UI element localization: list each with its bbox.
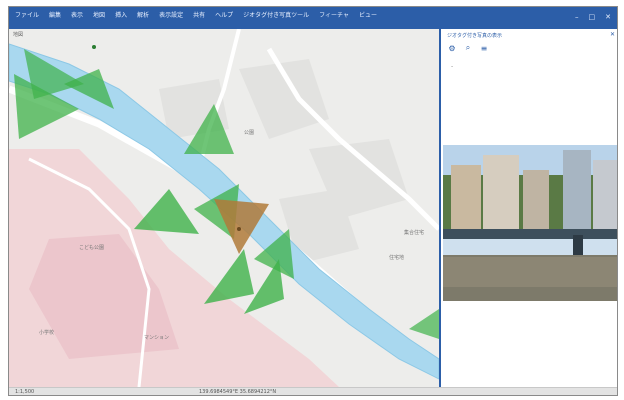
settings-icon[interactable]: ⚙: [447, 43, 457, 53]
menu-item[interactable]: 解析: [137, 11, 149, 21]
menu-item[interactable]: 編集: [49, 11, 61, 21]
menu-item[interactable]: 共有: [193, 11, 205, 21]
map-label-apartment: マンション: [144, 335, 170, 341]
menu-item[interactable]: ヘルプ: [215, 11, 233, 21]
map-canvas[interactable]: [9, 29, 439, 387]
map-tab-label[interactable]: 地図: [13, 31, 23, 38]
scale-display[interactable]: 1:1,500: [15, 388, 34, 395]
panel-title: ジオタグ付き写真の表示: [447, 33, 503, 39]
window-controls: – □ ✕: [575, 12, 611, 22]
menu-item[interactable]: ファイル: [15, 11, 39, 21]
map-view[interactable]: 地図 公園 こども公園 小学校 集合住宅 マンション 住宅地: [9, 29, 439, 387]
status-bar: 1:1,500 139.6984549°E 35.6894212°N: [9, 387, 617, 395]
coordinates-display: 139.6984549°E 35.6894212°N: [199, 389, 277, 395]
app-window: ファイル 編集 表示 地図 挿入 解析 表示設定 共有 ヘルプ ジオタグ付き写真ツール フィーチャビ…: [8, 6, 618, 396]
menu-item[interactable]: 表示設定: [159, 11, 183, 21]
photo-point: [237, 227, 241, 231]
river-bridge-photo: [443, 145, 617, 301]
menu-item[interactable]: 挿入: [115, 11, 127, 21]
maximize-button[interactable]: □: [589, 12, 596, 22]
photo-marker: [134, 189, 199, 234]
list-icon[interactable]: ≡: [479, 43, 489, 53]
minimize-button[interactable]: –: [575, 12, 579, 22]
map-label-kids-park: こども公園: [79, 245, 105, 251]
photo-point: [92, 45, 96, 49]
menu-item[interactable]: ジオタグ付き写真ツール: [243, 11, 309, 21]
panel-close-button[interactable]: ✕: [610, 31, 615, 38]
photo-viewer-panel: ジオタグ付き写真の表示 ✕ ⚙ ⌕ ≡ -: [439, 29, 617, 387]
zoom-icon[interactable]: ⌕: [463, 43, 473, 53]
menu-item[interactable]: 表示: [71, 11, 83, 21]
menu-item[interactable]: フィーチャ: [319, 11, 349, 21]
panel-placeholder: -: [451, 63, 454, 70]
photo-marker: [204, 249, 254, 304]
map-label-park: 公園: [244, 130, 255, 136]
menu-item[interactable]: 地図: [93, 11, 105, 21]
map-label-school: 小学校: [39, 330, 55, 336]
menu-item[interactable]: ビュー: [359, 11, 377, 21]
photo-marker: [409, 309, 439, 339]
menu-bar: ファイル 編集 表示 地図 挿入 解析 表示設定 共有 ヘルプ ジオタグ付き写真ツール フィーチャビ…: [9, 7, 617, 29]
map-label-housing: 集合住宅: [404, 230, 425, 236]
close-button[interactable]: ✕: [605, 12, 611, 22]
map-label-residential: 住宅地: [389, 255, 405, 261]
panel-toolbar: ⚙ ⌕ ≡: [447, 43, 489, 53]
menu: ファイル 編集 表示 地図 挿入 解析 表示設定 共有 ヘルプ ジオタグ付き写真ツール フィーチャビ…: [15, 11, 377, 21]
